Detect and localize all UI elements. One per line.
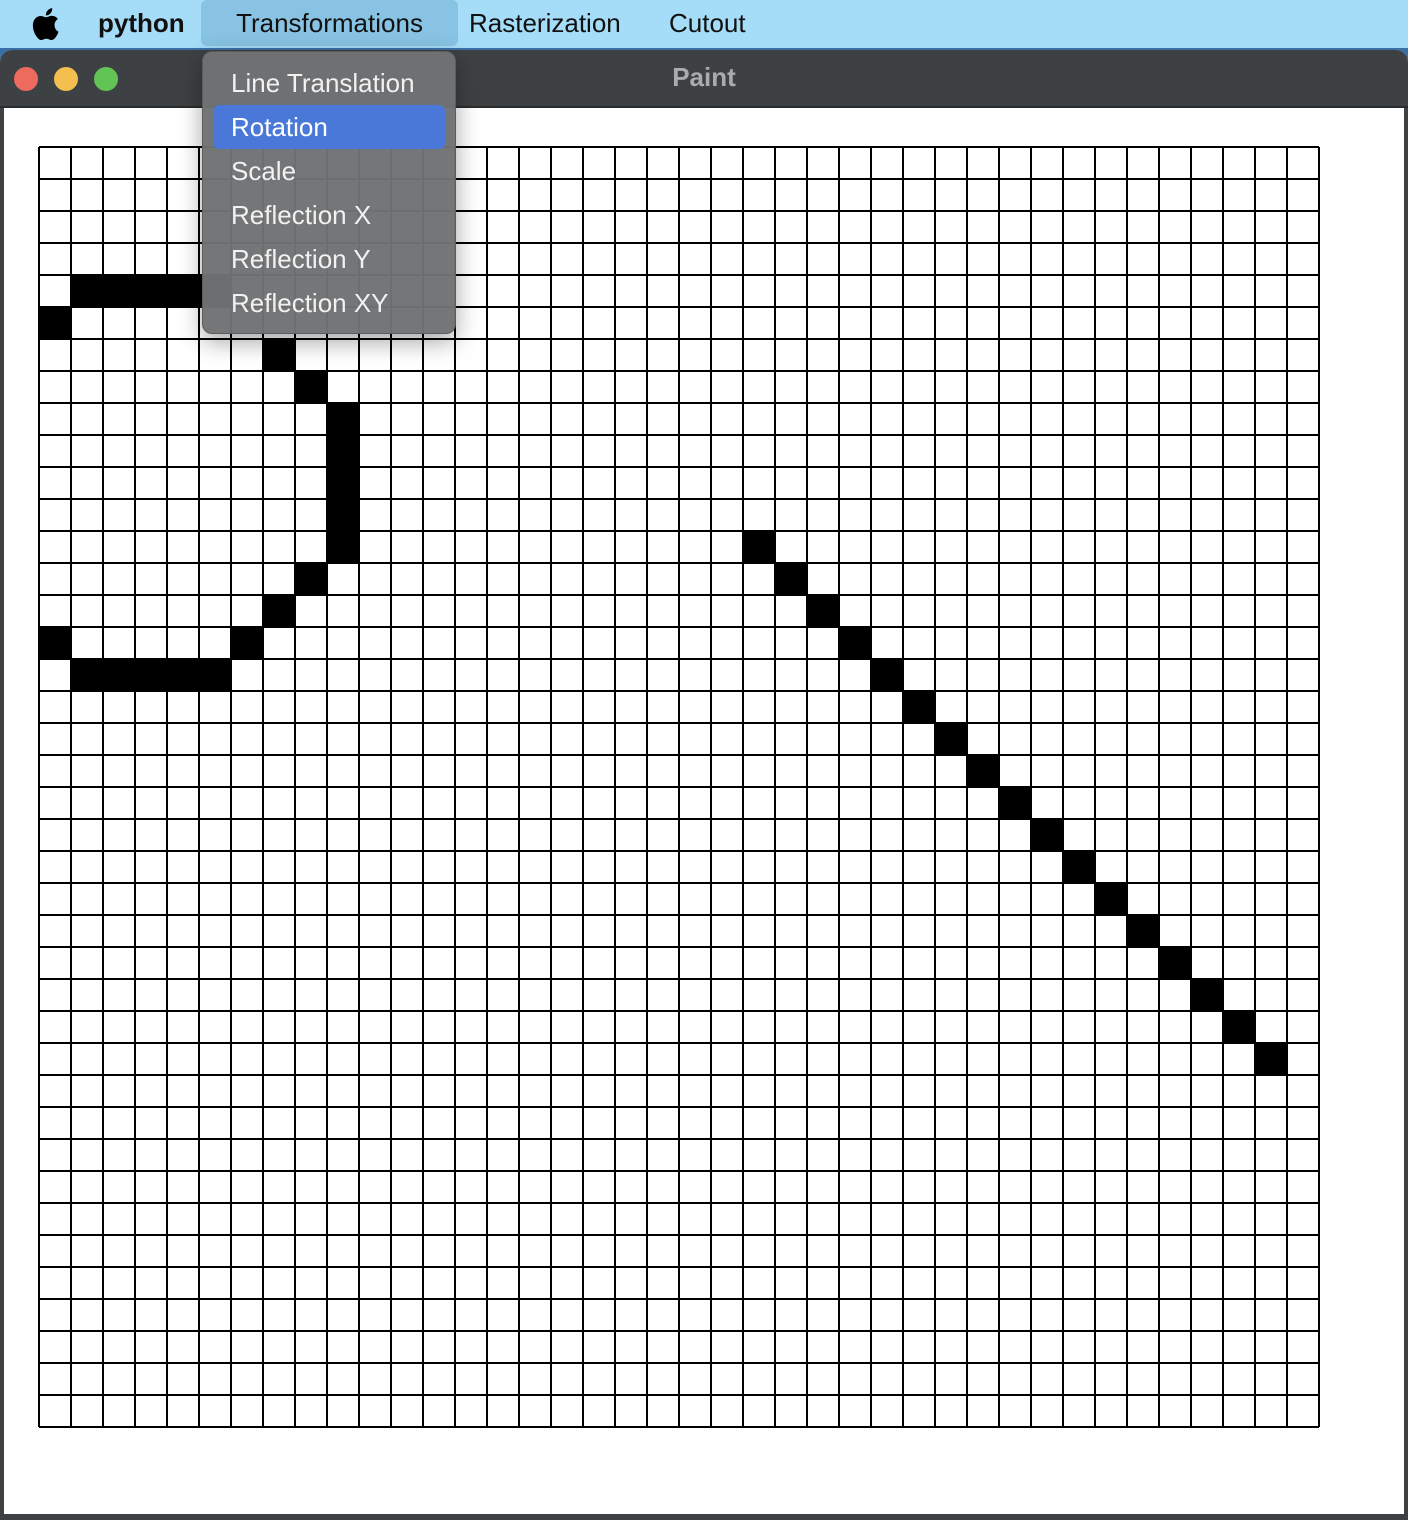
apple-logo-icon[interactable] xyxy=(30,8,60,40)
filled-pixel xyxy=(263,339,295,371)
menu-cutout[interactable]: Cutout xyxy=(655,0,760,46)
filled-pixel xyxy=(1063,851,1095,883)
filled-pixel xyxy=(839,627,871,659)
filled-pixel xyxy=(1159,947,1191,979)
menu-item-rotation[interactable]: Rotation xyxy=(213,105,445,149)
filled-pixel xyxy=(327,435,359,467)
filled-pixel xyxy=(295,563,327,595)
filled-pixel xyxy=(1095,883,1127,915)
filled-pixel xyxy=(167,659,199,691)
filled-pixel xyxy=(1255,1043,1287,1075)
filled-pixel xyxy=(1191,979,1223,1011)
filled-pixel xyxy=(903,691,935,723)
filled-pixel xyxy=(1031,819,1063,851)
minimize-window-button[interactable] xyxy=(54,67,78,91)
filled-pixel xyxy=(871,659,903,691)
filled-pixel xyxy=(199,659,231,691)
filled-pixel xyxy=(39,627,71,659)
filled-pixel xyxy=(807,595,839,627)
menu-item-line-translation[interactable]: Line Translation xyxy=(213,61,445,105)
filled-pixel xyxy=(263,595,295,627)
maximize-window-button[interactable] xyxy=(94,67,118,91)
filled-pixel xyxy=(103,275,135,307)
filled-pixel xyxy=(935,723,967,755)
close-window-button[interactable] xyxy=(14,67,38,91)
transformations-dropdown: Line Translation Rotation Scale Reflecti… xyxy=(202,51,456,334)
filled-pixel xyxy=(103,659,135,691)
filled-pixel xyxy=(743,531,775,563)
pixel-grid-canvas[interactable] xyxy=(38,146,1321,1429)
filled-pixel xyxy=(327,403,359,435)
menu-item-scale[interactable]: Scale xyxy=(213,149,445,193)
menu-bar: python Transformations Rasterization Cut… xyxy=(0,0,1408,48)
menu-item-reflection-y[interactable]: Reflection Y xyxy=(213,237,445,281)
filled-pixel xyxy=(231,627,263,659)
filled-pixel xyxy=(967,755,999,787)
filled-pixel xyxy=(167,275,199,307)
filled-pixel xyxy=(1127,915,1159,947)
filled-pixel xyxy=(327,467,359,499)
menu-transformations[interactable]: Transformations xyxy=(201,0,458,46)
filled-pixel xyxy=(71,275,103,307)
app-menu[interactable]: python xyxy=(84,0,199,46)
filled-pixel xyxy=(327,531,359,563)
menu-item-reflection-xy[interactable]: Reflection XY xyxy=(213,281,445,325)
filled-pixel xyxy=(39,307,71,339)
menu-rasterization[interactable]: Rasterization xyxy=(455,0,635,46)
filled-pixel xyxy=(999,787,1031,819)
filled-pixel xyxy=(1223,1011,1255,1043)
menu-item-reflection-x[interactable]: Reflection X xyxy=(213,193,445,237)
filled-pixel xyxy=(775,563,807,595)
filled-pixel xyxy=(295,371,327,403)
filled-pixel xyxy=(135,659,167,691)
filled-pixel xyxy=(71,659,103,691)
filled-pixel xyxy=(135,275,167,307)
filled-pixel xyxy=(327,499,359,531)
